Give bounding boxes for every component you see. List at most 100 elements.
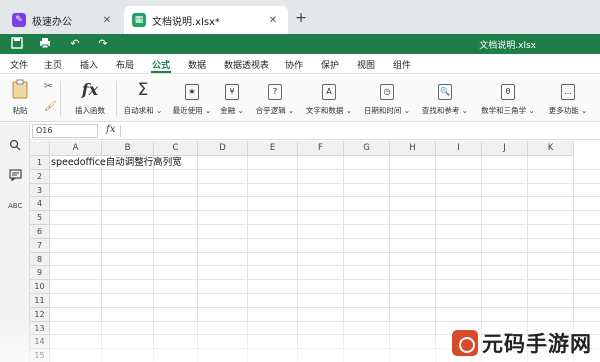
menu-protect[interactable]: 保护	[321, 58, 339, 71]
grid-column-line	[247, 156, 248, 362]
formula-input[interactable]	[126, 125, 596, 137]
row-header-15[interactable]: 15	[30, 349, 50, 362]
menu-layout[interactable]: 布局	[116, 58, 134, 71]
cut-icon[interactable]: ✂	[44, 81, 52, 92]
row-header-9[interactable]: 9	[30, 266, 50, 281]
row-header-6[interactable]: 6	[30, 225, 50, 239]
menu-formula[interactable]: 公式	[152, 58, 170, 71]
format-painter-icon[interactable]: 🖌	[44, 101, 57, 112]
grid-row-line	[50, 196, 600, 198]
column-header-a[interactable]: A	[50, 141, 102, 156]
row-header-10[interactable]: 10	[30, 280, 50, 294]
logical-button[interactable]: ? 合乎逻辑 ⌄	[252, 79, 298, 119]
financial-label: 金融 ⌄	[220, 106, 244, 115]
menu-data[interactable]: 数据	[188, 58, 206, 71]
grid-column-line	[153, 156, 154, 362]
star-icon: ★	[185, 84, 199, 100]
menu-file[interactable]: 文件	[10, 58, 28, 71]
document-title: 文档说明.xlsx	[479, 41, 536, 51]
row-header-14[interactable]: 14	[30, 335, 50, 350]
menu-insert[interactable]: 插入	[80, 58, 98, 71]
column-header-h[interactable]: H	[390, 141, 436, 156]
grid-row-line	[50, 279, 600, 281]
new-tab-button[interactable]: +	[292, 9, 310, 27]
row-header-13[interactable]: 13	[30, 321, 50, 336]
grid-row-line	[50, 265, 600, 267]
grid-column-line	[197, 156, 198, 362]
watermark-text: 元码手游网	[482, 332, 592, 356]
undo-icon[interactable]: ↶	[68, 37, 82, 51]
watermark: 元码手游网	[452, 328, 592, 358]
close-icon[interactable]: ✕	[266, 15, 280, 26]
close-icon[interactable]: ✕	[100, 15, 114, 26]
more-icon: …	[561, 84, 575, 100]
column-header-i[interactable]: I	[436, 141, 482, 156]
row-header-12[interactable]: 12	[30, 307, 50, 322]
search-icon[interactable]	[8, 139, 22, 153]
grid-row-line	[50, 320, 600, 322]
column-header-k[interactable]: K	[528, 141, 574, 156]
print-icon[interactable]	[38, 37, 52, 51]
date-time-label: 日期和时间 ⌄	[363, 106, 411, 115]
cell-a1[interactable]: speedoffice自动调整行高列宽	[51, 156, 182, 170]
column-header-d[interactable]: D	[198, 141, 248, 156]
redo-icon[interactable]: ↷	[96, 37, 110, 51]
row-header-1[interactable]: 1	[30, 156, 50, 170]
recently-used-button[interactable]: ★ 最近使用 ⌄	[170, 79, 214, 119]
more-functions-button[interactable]: … 更多功能 ⌄	[544, 79, 592, 119]
math-trig-button[interactable]: θ 数学和三角学 ⌄	[478, 79, 538, 119]
function-icon: fx	[81, 80, 99, 99]
autosum-button[interactable]: Σ 自动求和 ⌄	[120, 79, 166, 119]
column-header-b[interactable]: B	[102, 141, 154, 156]
column-header-g[interactable]: G	[344, 141, 390, 156]
menu-bar: 文件 主页 插入 布局 公式 数据 数据透视表 协作 保护 视图 组件	[0, 54, 600, 74]
column-header-j[interactable]: J	[482, 141, 528, 156]
grid-row-line	[50, 237, 600, 239]
tab-bar: ✎ 极速办公 ✕ ▦ 文档说明.xlsx* ✕ +	[0, 0, 600, 34]
tab-home[interactable]: ✎ 极速办公 ✕	[4, 6, 122, 34]
menu-home[interactable]: 主页	[44, 58, 62, 71]
name-box[interactable]: O16	[32, 124, 98, 138]
autosum-label: 自动求和 ⌄	[123, 106, 163, 115]
insert-function-button[interactable]: fx 插入函数	[68, 79, 112, 119]
formula-divider	[120, 125, 121, 137]
comment-icon[interactable]	[8, 169, 22, 183]
column-header-c[interactable]: C	[154, 141, 198, 156]
menu-view[interactable]: 视图	[357, 58, 375, 71]
select-all-corner[interactable]	[30, 141, 50, 156]
insert-function-label: 插入函数	[75, 106, 105, 115]
menu-components[interactable]: 组件	[393, 58, 411, 71]
row-header-8[interactable]: 8	[30, 252, 50, 267]
active-menu-indicator	[151, 71, 171, 73]
menu-pivot-table[interactable]: 数据透视表	[224, 58, 269, 71]
row-header-7[interactable]: 7	[30, 238, 50, 253]
row-header-2[interactable]: 2	[30, 169, 50, 184]
spreadsheet-icon: ▦	[132, 13, 146, 27]
text-data-button[interactable]: A 文字和数据 ⌄	[304, 79, 354, 119]
tab-document[interactable]: ▦ 文档说明.xlsx* ✕	[124, 6, 288, 34]
tab-document-label: 文档说明.xlsx*	[152, 16, 221, 28]
tab-home-label: 极速办公	[32, 16, 72, 28]
quick-access-bar: ↶ ↷ 文档说明.xlsx	[0, 34, 600, 54]
spellcheck-icon[interactable]: ABC	[8, 199, 22, 213]
math-trig-label: 数学和三角学 ⌄	[481, 106, 535, 115]
more-functions-label: 更多功能 ⌄	[548, 106, 588, 115]
save-icon[interactable]	[10, 37, 24, 51]
row-header-11[interactable]: 11	[30, 294, 50, 308]
grid-row-line	[50, 182, 600, 184]
column-header-e[interactable]: E	[248, 141, 298, 156]
ribbon-divider	[116, 81, 117, 117]
row-header-5[interactable]: 5	[30, 211, 50, 225]
finance-icon: ¥	[225, 84, 239, 100]
grid-row-line	[50, 224, 600, 225]
fx-icon[interactable]: fx	[106, 124, 120, 135]
paste-button[interactable]: 粘贴	[6, 79, 34, 119]
row-header-3[interactable]: 3	[30, 183, 50, 198]
watermark-logo-icon	[452, 330, 478, 356]
date-time-button[interactable]: ◷ 日期和时间 ⌄	[362, 79, 412, 119]
column-header-f[interactable]: F	[298, 141, 344, 156]
lookup-reference-button[interactable]: 🔍 查找和参考 ⌄	[420, 79, 470, 119]
menu-collaborate[interactable]: 协作	[285, 58, 303, 71]
row-header-4[interactable]: 4	[30, 197, 50, 212]
financial-button[interactable]: ¥ 金融 ⌄	[218, 79, 246, 119]
